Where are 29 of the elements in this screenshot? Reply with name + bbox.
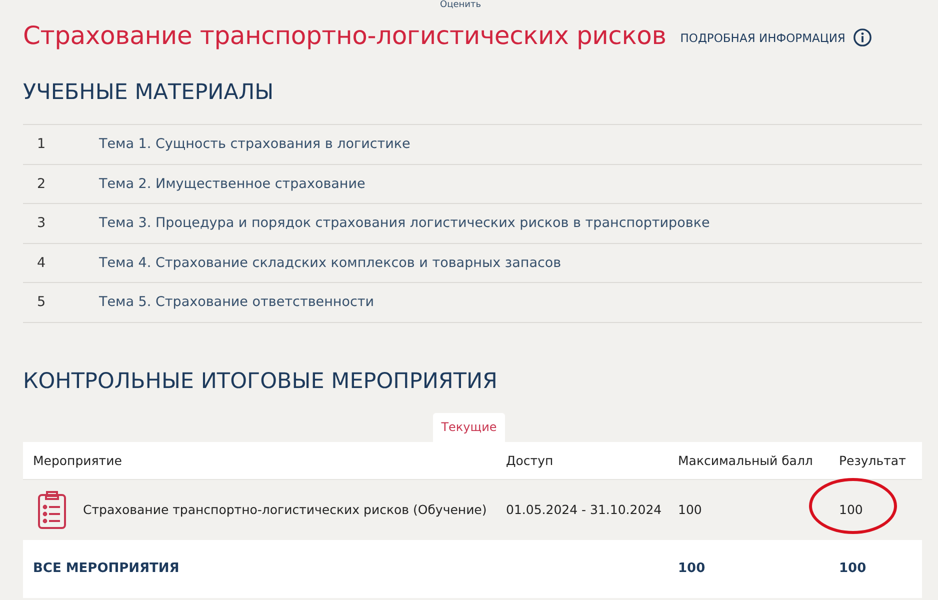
table-cell-text: ВСЕ МЕРОПРИЯТИЯ bbox=[32, 561, 180, 576]
table-cell-text: 100 bbox=[839, 561, 868, 576]
info-icon[interactable] bbox=[853, 28, 872, 46]
item-number: 5 bbox=[36, 294, 47, 310]
column-header: Мероприятие bbox=[32, 452, 123, 468]
topic-link[interactable]: Тема 2. Имущественное страхование bbox=[99, 176, 366, 192]
filter-tab[interactable]: Текущие bbox=[433, 412, 505, 442]
topic-link[interactable]: Тема 3. Процедура и порядок страхования логистических рисков в транспортировке bbox=[99, 215, 710, 232]
table-cell-text: 100 bbox=[678, 561, 706, 576]
item-number: 3 bbox=[36, 215, 47, 232]
table-cell-text: 01.05.2024 - 31.10.2024 bbox=[506, 502, 663, 517]
clipboard-icon bbox=[37, 490, 67, 530]
section-heading: УЧЕБНЫЕ МАТЕРИАЛЫ bbox=[22, 79, 275, 107]
topic-link[interactable]: Тема 5. Страхование ответственности bbox=[99, 294, 374, 310]
item-number: 1 bbox=[36, 136, 47, 152]
rate-link[interactable]: Оценить bbox=[440, 0, 482, 11]
item-number: 4 bbox=[36, 254, 47, 271]
section-heading: КОНТРОЛЬНЫЕ ИТОГОВЫЕ МЕРОПРИЯТИЯ bbox=[22, 368, 498, 396]
column-header: Результат bbox=[839, 452, 907, 468]
topic-link[interactable]: Тема 1. Сущность страхования в логистике bbox=[99, 136, 410, 152]
table-cell-text: 100 bbox=[678, 502, 703, 517]
item-number: 2 bbox=[36, 176, 47, 192]
topic-link[interactable]: Тема 4. Страхование складских комплексов и товарных запасов bbox=[99, 254, 562, 271]
table-cell: 100 bbox=[839, 502, 863, 517]
details-link[interactable]: ПОДРОБНАЯ ИНФОРМАЦИЯ bbox=[680, 31, 846, 45]
event-link[interactable]: Страхование транспортно-логистических рисков (Обучение) bbox=[83, 502, 487, 517]
column-header: Доступ bbox=[506, 452, 554, 468]
course-title: Страхование транспортно-логистических рисков bbox=[23, 20, 666, 50]
column-header: Максимальный балл bbox=[678, 452, 814, 468]
